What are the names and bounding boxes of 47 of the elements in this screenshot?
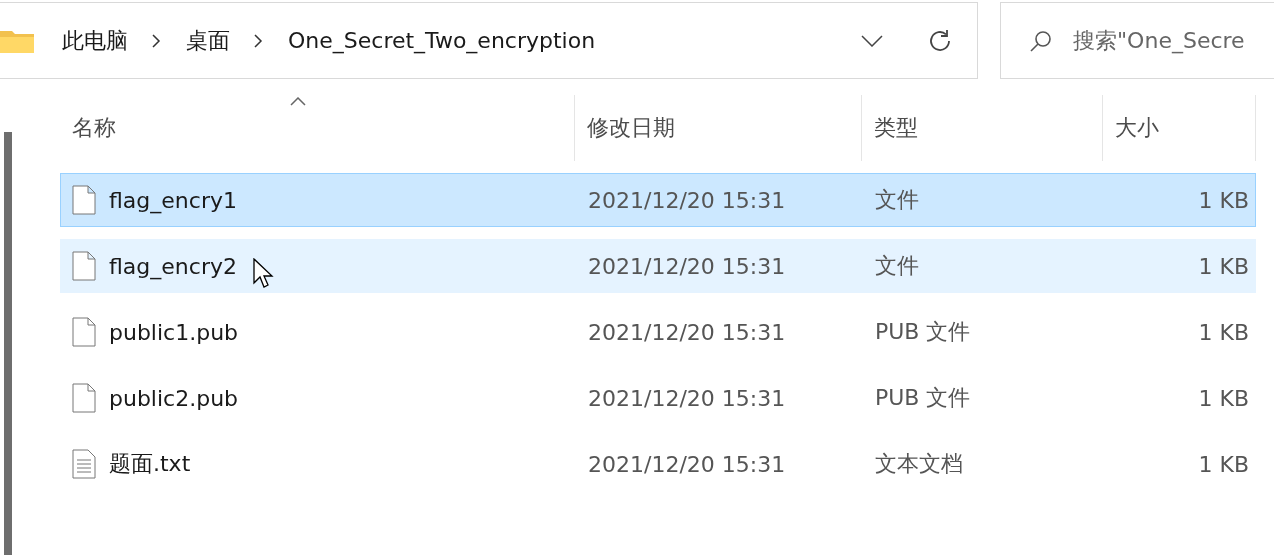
breadcrumb[interactable]: One_Secret_Two_encryption (288, 28, 596, 53)
search-icon (1029, 28, 1053, 53)
file-name: 题面.txt (109, 450, 191, 478)
chevron-down-icon[interactable] (861, 34, 883, 47)
column-header[interactable]: 类型 (862, 95, 1103, 161)
chevron-right-icon (252, 32, 264, 49)
modified-date: 2021/12/20 15:31 (587, 187, 787, 213)
file-name: public1.pub (109, 319, 239, 345)
column-header[interactable]: 修改日期 (575, 95, 862, 161)
file-type: 文件 (874, 252, 920, 280)
file-icon (71, 317, 97, 347)
file-name: public2.pub (109, 385, 239, 411)
file-row[interactable]: public1.pub 2021/12/20 15:31 PUB 文件 1 KB (60, 305, 1256, 359)
scrollbar[interactable] (4, 132, 12, 555)
file-icon (71, 185, 97, 215)
file-type: PUB 文件 (874, 318, 972, 346)
file-size: 1 KB (1197, 253, 1250, 279)
file-row[interactable]: public2.pub 2021/12/20 15:31 PUB 文件 1 KB (60, 371, 1256, 425)
file-size: 1 KB (1197, 319, 1250, 345)
file-name: flag_encry1 (109, 187, 237, 213)
mouse-cursor-icon (253, 258, 275, 290)
folder-icon (0, 28, 34, 53)
file-size: 1 KB (1197, 385, 1250, 411)
search-box[interactable]: 搜索"One_Secre (1000, 2, 1274, 79)
breadcrumb[interactable]: 桌面 (186, 25, 230, 56)
modified-date: 2021/12/20 15:31 (587, 253, 787, 279)
file-icon (71, 251, 97, 281)
file-type: PUB 文件 (874, 384, 972, 412)
file-type: 文本文档 (874, 450, 964, 478)
file-row[interactable]: flag_encry1 2021/12/20 15:31 文件 1 KB (60, 173, 1256, 227)
file-row[interactable]: flag_encry2 2021/12/20 15:31 文件 1 KB (60, 239, 1256, 293)
file-icon (71, 383, 97, 413)
file-name: flag_encry2 (109, 253, 237, 279)
column-header[interactable]: 大小 (1103, 95, 1256, 161)
file-size: 1 KB (1197, 187, 1250, 213)
modified-date: 2021/12/20 15:31 (587, 319, 787, 345)
chevron-right-icon (150, 32, 162, 49)
modified-date: 2021/12/20 15:31 (587, 385, 787, 411)
modified-date: 2021/12/20 15:31 (587, 451, 787, 477)
refresh-icon[interactable] (927, 27, 953, 54)
column-header[interactable]: 名称 (60, 95, 575, 161)
file-row[interactable]: 题面.txt 2021/12/20 15:31 文本文档 1 KB (60, 437, 1256, 491)
breadcrumb[interactable]: 此电脑 (62, 25, 128, 56)
text-file-icon (71, 449, 97, 479)
address-bar[interactable]: 此电脑 桌面 One_Secret_Two_encryption (0, 2, 978, 79)
file-type: 文件 (874, 186, 920, 214)
file-size: 1 KB (1197, 451, 1250, 477)
